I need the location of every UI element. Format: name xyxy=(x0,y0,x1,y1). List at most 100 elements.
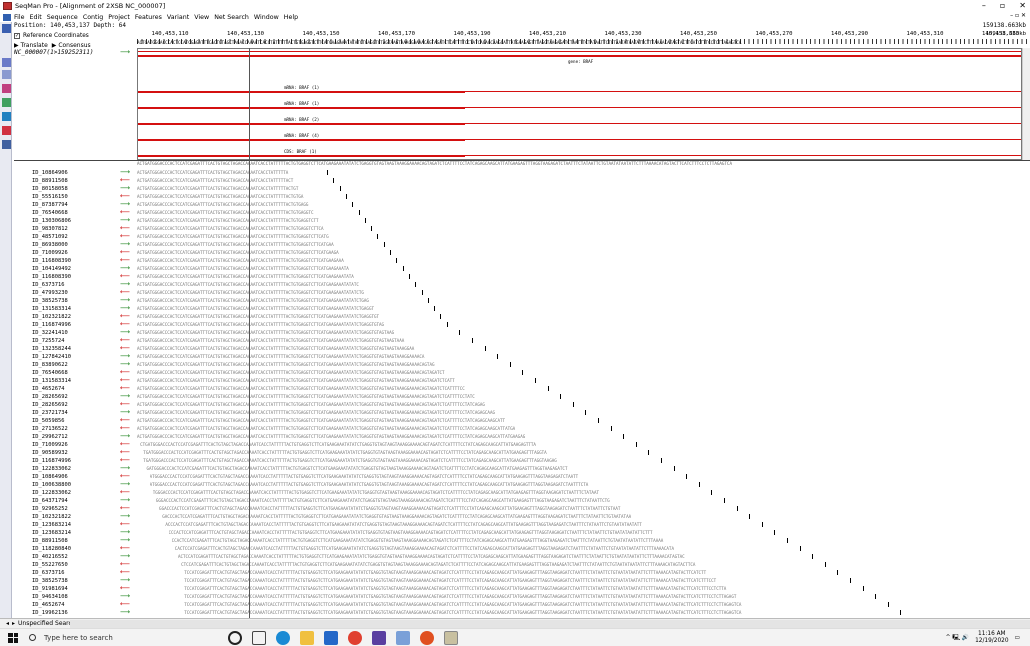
read-row[interactable]: ID_116808390 ⟵ ACTGATGGGACCCACTCCATCGAGATT… xyxy=(14,257,1030,265)
notification-icon[interactable]: ▭ xyxy=(1015,635,1020,641)
read-row[interactable]: ID_76540668 ⟵ ACTGATGGGACCCACTCCATCGAGATTT… xyxy=(14,209,1030,217)
read-row[interactable]: ID_64371794 ⟶ GGGACCCACTCCATCGAGATTTCACTGT… xyxy=(14,497,1030,505)
tree-icon[interactable] xyxy=(2,98,11,107)
read-row[interactable]: ID_55516150 ⟵ ACTGATGGGACCCACTCCATCGAGATTT… xyxy=(14,193,1030,201)
strategy-icon[interactable] xyxy=(2,84,11,93)
seqman-taskbar-icon[interactable] xyxy=(444,631,458,645)
read-name[interactable]: ID_104149492 xyxy=(32,265,71,273)
menu-contig[interactable]: Contig xyxy=(83,14,103,21)
read-row[interactable]: ID_130306806 ⟶ ACTGATGGGACCCACTCCATCGAGATT… xyxy=(14,217,1030,225)
read-row[interactable]: ID_55227650 ⟵ CTCCATCGAGATTTCACTGTAGCTAGAC… xyxy=(14,561,1030,569)
app-icon[interactable] xyxy=(420,631,434,645)
file-explorer-icon[interactable] xyxy=(300,631,314,645)
mrna-bar[interactable] xyxy=(138,139,465,141)
read-row[interactable]: ID_6373716 ⟶ ACTGATGGGACCCACTCCATCGAGATTTC… xyxy=(14,281,1030,289)
read-row[interactable]: ID_6373716 ⟵ TCCATCGAGATTTCACTGTAGCTAGACCA… xyxy=(14,569,1030,577)
read-name[interactable]: ID_131583314 xyxy=(32,305,71,313)
read-name[interactable]: ID_76540668 xyxy=(32,209,68,217)
read-name[interactable]: ID_118280840 xyxy=(32,545,71,553)
read-row[interactable]: ID_4652674 ⟵ ACTGATGGGACCCACTCCATCGAGATTTC… xyxy=(14,385,1030,393)
read-name[interactable]: ID_4652674 xyxy=(32,385,64,393)
read-row[interactable]: ID_88911508 ⟵ ACTGATGGGACCCACTCCATCGAGATTT… xyxy=(14,177,1030,185)
read-row[interactable]: ID_71009926 ⟵ CTGATGGGACCCACTCCATCGAGATTTC… xyxy=(14,441,1030,449)
zoom-icon[interactable] xyxy=(2,24,11,33)
read-name[interactable]: ID_28265692 xyxy=(32,401,68,409)
read-name[interactable]: ID_64371794 xyxy=(32,497,68,505)
read-row[interactable]: ID_90589932 ⟵ TGATGGGACCCACTCCATCGAGATTTCA… xyxy=(14,449,1030,457)
read-name[interactable]: ID_100638800 xyxy=(32,481,71,489)
feature-icon[interactable] xyxy=(2,112,11,121)
menu-file[interactable]: File xyxy=(14,14,25,21)
menu-window[interactable]: Window xyxy=(254,14,279,21)
chrome-icon[interactable] xyxy=(348,631,362,645)
read-name[interactable]: ID_38525738 xyxy=(32,297,68,305)
read-row[interactable]: ID_122833062 ⟶ GATGGGACCCACTCCATCGAGATTTCA… xyxy=(14,465,1030,473)
read-row[interactable]: ID_123683214 ⟶ CCCACTCCATCGAGATTTCACTGTAGC… xyxy=(14,529,1030,537)
menu-edit[interactable]: Edit xyxy=(30,14,42,21)
read-row[interactable]: ID_48571092 ⟵ ACTGATGGGACCCACTCCATCGAGATTT… xyxy=(14,233,1030,241)
app-icon[interactable] xyxy=(372,631,386,645)
read-row[interactable]: ID_76540668 ⟵ ACTGATGGGACCCACTCCATCGAGATTT… xyxy=(14,369,1030,377)
read-row[interactable]: ID_87387794 ⟶ ACTGATGGGACCCACTCCATCGAGATTT… xyxy=(14,201,1030,209)
read-name[interactable]: ID_116874996 xyxy=(32,321,71,329)
read-name[interactable]: ID_122833062 xyxy=(32,465,71,473)
close-button[interactable]: ✕ xyxy=(1019,0,1026,12)
clock[interactable]: 11:16 AM 12/19/2020 xyxy=(975,631,1008,645)
read-name[interactable]: ID_88911508 xyxy=(32,537,68,545)
read-name[interactable]: ID_23721734 xyxy=(32,409,68,417)
read-row[interactable]: ID_131583314 ⟵ ACTGATGGGACCCACTCCATCGAGATT… xyxy=(14,377,1030,385)
read-row[interactable]: ID_7255724 ⟵ ACTGATGGGACCCACTCCATCGAGATTTC… xyxy=(14,337,1030,345)
read-row[interactable]: ID_80158058 ⟶ ACTGATGGGACCCACTCCATCGAGATTT… xyxy=(14,185,1030,193)
read-name[interactable]: ID_88911508 xyxy=(32,177,68,185)
read-name[interactable]: ID_116808390 xyxy=(32,273,71,281)
read-name[interactable]: ID_102321822 xyxy=(32,313,71,321)
translate-toggle[interactable]: ▶ Translate xyxy=(14,42,48,49)
horizontal-scrollbar[interactable] xyxy=(70,620,1030,628)
menu-net-search[interactable]: Net Search xyxy=(214,14,249,21)
report-icon[interactable] xyxy=(2,140,11,149)
read-row[interactable]: ID_88911508 ⟶ CCACTCCATCGAGATTTCACTGTAGCTA… xyxy=(14,537,1030,545)
read-row[interactable]: ID_127842410 ⟶ ACTGATGGGACCCACTCCATCGAGATT… xyxy=(14,353,1030,361)
taskbar-search[interactable]: Type here to search xyxy=(26,631,206,645)
cds-bar[interactable] xyxy=(138,155,465,157)
read-name[interactable]: ID_116874996 xyxy=(32,457,71,465)
mrna-bar[interactable] xyxy=(138,123,465,125)
read-row[interactable]: ID_28265692 ⟶ ACTGATGGGACCCACTCCATCGAGATTT… xyxy=(14,393,1030,401)
scroll-left-icon[interactable]: ◂ xyxy=(6,620,9,627)
read-row[interactable]: ID_91981694 ⟵ TCCATCGAGATTTCACTGTAGCTAGACC… xyxy=(14,585,1030,593)
read-name[interactable]: ID_76540668 xyxy=(32,369,68,377)
menu-help[interactable]: Help xyxy=(284,14,298,21)
read-name[interactable]: ID_92965252 xyxy=(32,505,68,513)
read-row[interactable]: ID_122833062 ⟵ TGGGACCCACTCCATCGAGATTTCACT… xyxy=(14,489,1030,497)
read-row[interactable]: ID_83890622 ⟶ ACTGATGGGACCCACTCCATCGAGATTT… xyxy=(14,361,1030,369)
read-name[interactable]: ID_5059856 xyxy=(32,417,64,425)
read-name[interactable]: ID_38525738 xyxy=(32,577,68,585)
menu-sequence[interactable]: Sequence xyxy=(47,14,78,21)
mrna-bar[interactable] xyxy=(138,107,465,109)
read-row[interactable]: ID_116874996 ⟵ ACTGATGGGACCCACTCCATCGAGATT… xyxy=(14,321,1030,329)
overview-icon[interactable] xyxy=(2,70,11,79)
search-tab[interactable]: Unspecified Search xyxy=(18,620,76,627)
read-name[interactable]: ID_94634108 xyxy=(32,593,68,601)
read-row[interactable]: ID_104149492 ⟶ ACTGATGGGACCCACTCCATCGAGATT… xyxy=(14,265,1030,273)
read-name[interactable]: ID_10864906 xyxy=(32,169,68,177)
read-name[interactable]: ID_130306806 xyxy=(32,217,71,225)
menu-features[interactable]: Features xyxy=(135,14,162,21)
read-row[interactable]: ID_118280840 ⟵ CACTCCATCGAGATTTCACTGTAGCTA… xyxy=(14,545,1030,553)
read-row[interactable]: ID_32241410 ⟶ ACTGATGGGACCCACTCCATCGAGATTT… xyxy=(14,329,1030,337)
read-name[interactable]: ID_55227650 xyxy=(32,561,68,569)
read-name[interactable]: ID_55516150 xyxy=(32,193,68,201)
read-row[interactable]: ID_123683214 ⟵ ACCCACTCCATCGAGATTTCACTGTAG… xyxy=(14,521,1030,529)
read-row[interactable]: ID_10864906 ⟵ ATGGGACCCACTCCATCGAGATTTCACT… xyxy=(14,473,1030,481)
read-name[interactable]: ID_98307812 xyxy=(32,225,68,233)
read-name[interactable]: ID_91981694 xyxy=(32,585,68,593)
read-name[interactable]: ID_19962136 xyxy=(32,609,68,617)
read-name[interactable]: ID_83890622 xyxy=(32,361,68,369)
read-name[interactable]: ID_7255724 xyxy=(32,337,64,345)
menu-project[interactable]: Project xyxy=(108,14,130,21)
checkbox-icon[interactable]: ✓ xyxy=(14,32,20,39)
tray-icons[interactable]: ^ 🖳 🔊 xyxy=(946,633,970,643)
edge-icon[interactable] xyxy=(276,631,290,645)
read-name[interactable]: ID_131583314 xyxy=(32,377,71,385)
minimize-button[interactable]: – xyxy=(982,0,986,12)
